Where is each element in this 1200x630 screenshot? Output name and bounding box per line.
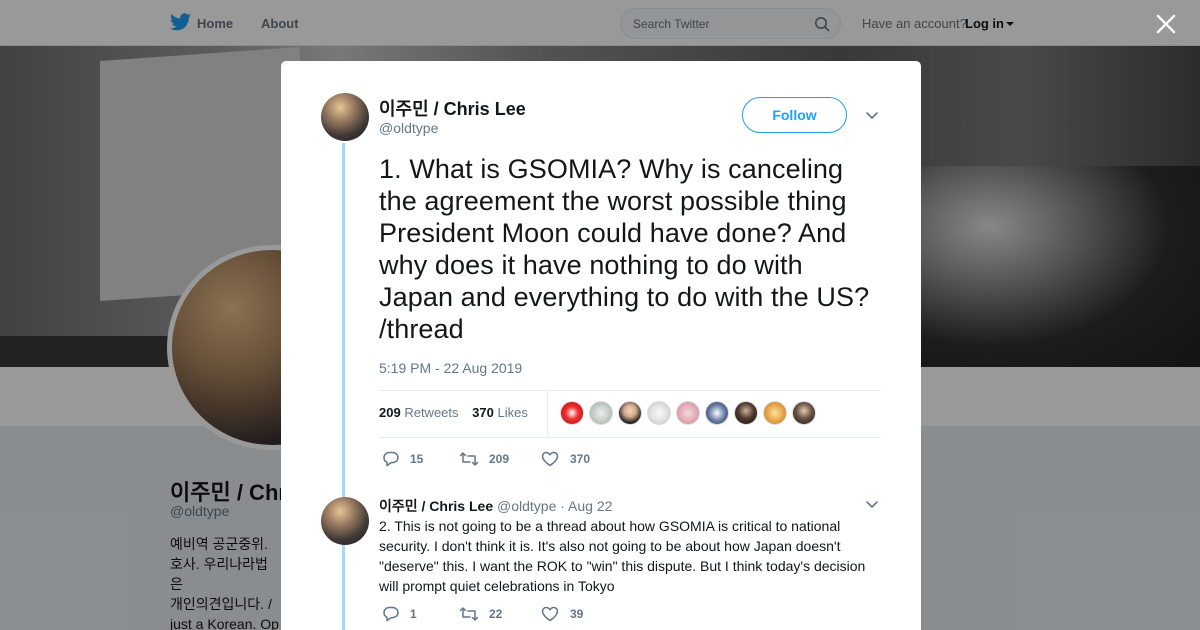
reply-button[interactable]: 15 <box>382 449 432 469</box>
liker-avatar[interactable] <box>705 401 729 425</box>
reply-author-handle[interactable]: @oldtype <box>497 498 556 514</box>
tweet-modal: 이주민 / Chris Lee @oldtype Follow 1. What … <box>281 61 921 630</box>
liker-avatar[interactable] <box>618 401 642 425</box>
reply-author-name[interactable]: 이주민 / Chris Lee <box>379 498 493 514</box>
divider <box>379 390 881 391</box>
tweet-text: 1. What is GSOMIA? Why is canceling the … <box>379 154 870 344</box>
close-icon[interactable] <box>1155 13 1177 35</box>
retweet-action-count: 22 <box>489 607 503 621</box>
retweet-icon <box>459 607 479 621</box>
stats-separator <box>547 391 548 437</box>
reply-text: 2. This is not going to be a thread abou… <box>379 518 866 594</box>
like-action-count: 370 <box>570 452 591 466</box>
like-button[interactable]: 39 <box>541 604 601 624</box>
follow-button[interactable]: Follow <box>742 97 847 133</box>
reply-header: 이주민 / Chris Lee @oldtype · Aug 22 <box>379 496 612 516</box>
like-action-count: 39 <box>570 607 584 621</box>
retweet-stat-label: Retweets <box>404 405 459 420</box>
tweet-author-name[interactable]: 이주민 / Chris Lee <box>379 95 526 121</box>
retweet-count: 209 <box>379 405 401 420</box>
liker-avatar[interactable] <box>560 401 584 425</box>
avatar[interactable] <box>321 93 369 141</box>
liker-avatar[interactable] <box>763 401 787 425</box>
liker-avatar[interactable] <box>676 401 700 425</box>
avatar[interactable] <box>321 497 369 545</box>
tweet-stats: 209 Retweets 370 Likes <box>379 405 538 420</box>
retweet-icon <box>459 452 479 466</box>
reply-icon <box>383 451 399 467</box>
chevron-down-icon[interactable] <box>866 112 878 120</box>
heart-icon <box>541 606 559 622</box>
retweet-button[interactable]: 22 <box>459 604 519 624</box>
retweet-stat[interactable]: 209 Retweets <box>379 405 459 420</box>
liker-avatar[interactable] <box>792 401 816 425</box>
like-stat-label: Likes <box>497 405 528 420</box>
tweet-timestamp[interactable]: 5:19 PM - 22 Aug 2019 <box>379 360 522 376</box>
tweet-author-handle[interactable]: @oldtype <box>379 120 438 136</box>
like-button[interactable]: 370 <box>541 449 601 469</box>
retweet-action-count: 209 <box>489 452 510 466</box>
like-stat[interactable]: 370 Likes <box>472 405 528 420</box>
like-count: 370 <box>472 405 494 420</box>
retweet-button[interactable]: 209 <box>459 449 519 469</box>
liker-avatar[interactable] <box>734 401 758 425</box>
reply-icon <box>383 606 399 622</box>
reply-count: 1 <box>410 607 417 621</box>
thread-connector <box>342 549 345 630</box>
liker-avatar[interactable] <box>589 401 613 425</box>
divider <box>379 437 881 438</box>
reply-count: 15 <box>410 452 424 466</box>
chevron-down-icon[interactable] <box>866 501 878 509</box>
reply-button[interactable]: 1 <box>382 604 432 624</box>
heart-icon <box>541 451 559 467</box>
liker-avatar[interactable] <box>647 401 671 425</box>
reply-date[interactable]: · Aug 22 <box>560 498 612 514</box>
